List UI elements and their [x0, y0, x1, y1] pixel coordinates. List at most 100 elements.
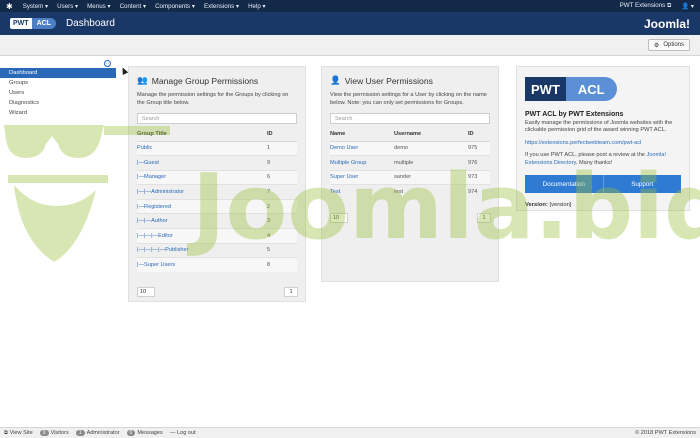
column-header-id[interactable]: ID — [267, 127, 297, 142]
sidebar-menu: Dashboard Groups Users Diagnostics Wizar… — [0, 68, 116, 118]
sidebar-item-users[interactable]: Users — [0, 88, 116, 98]
table-row: |—Guest 9 — [137, 155, 297, 171]
toolbar: ⚙ Options — [0, 35, 700, 56]
group-id: 6 — [267, 169, 297, 185]
users-panel: 👤 View User Permissions View the permiss… — [321, 66, 499, 282]
info-description: Easily manage the permissions of Joomla … — [525, 120, 673, 134]
view-site-label: View Site — [9, 429, 33, 436]
menu-components[interactable]: Components ▾ — [155, 3, 195, 10]
users-limit-select[interactable]: 10 — [330, 213, 348, 223]
user-link[interactable]: Super User — [330, 174, 358, 180]
group-id: 8 — [267, 257, 297, 273]
group-id: 9 — [267, 155, 297, 171]
users-panel-title: View User Permissions — [344, 75, 433, 86]
documentation-button[interactable]: Documentation — [525, 175, 604, 194]
menu-system[interactable]: System ▾ — [23, 3, 48, 10]
group-id: 2 — [267, 198, 297, 214]
joomla-logo: Joomla! — [643, 16, 690, 31]
table-row: Public 1 — [137, 140, 297, 156]
menu-users[interactable]: Users ▾ — [57, 3, 78, 10]
table-row: |—Registered 2 — [137, 198, 297, 214]
sidebar-toggle-icon[interactable]: ↔ — [104, 60, 111, 67]
logout-link[interactable]: — Log out — [170, 430, 196, 436]
users-search-input[interactable]: Search — [330, 113, 490, 124]
user-username: demo — [394, 140, 468, 156]
column-header-username[interactable]: Username — [394, 127, 468, 142]
users-icon: 👥 — [137, 75, 148, 85]
logo-acl: ACL — [31, 18, 56, 29]
sidebar-item-wizard[interactable]: Wizard — [0, 108, 116, 118]
menu-extensions[interactable]: Extensions ▾ — [204, 3, 239, 10]
group-link[interactable]: |—|—Author — [137, 218, 168, 224]
page-header: PWT ACL Dashboard Joomla! — [0, 12, 700, 35]
users-page-button[interactable]: 1 — [477, 213, 491, 223]
table-header-row: Group Title ID — [137, 127, 297, 142]
user-link[interactable]: Test — [330, 189, 340, 195]
column-header-name[interactable]: Name — [330, 127, 394, 142]
version-line: Version: [version] — [525, 202, 681, 208]
user-id: 975 — [468, 140, 490, 156]
group-link[interactable]: |—Guest — [137, 160, 159, 166]
user-link[interactable]: Demo User — [330, 145, 358, 151]
visitors-label: Visitors — [50, 430, 69, 436]
column-header-group-title[interactable]: Group Title — [137, 127, 267, 142]
table-row: Multiple Group multiple 976 — [330, 155, 490, 171]
user-username: multiple — [394, 155, 468, 171]
review-suffix: . Many thanks! — [575, 159, 613, 166]
info-logo-pwt: PWT — [525, 77, 566, 101]
user-id: 976 — [468, 155, 490, 171]
table-row: Super User sander 973 — [330, 169, 490, 185]
site-link[interactable]: PWT Extensions ⧉ — [620, 2, 672, 10]
groups-limit-select[interactable]: 10 — [137, 287, 155, 297]
menu-content[interactable]: Content ▾ — [120, 3, 147, 10]
page-title: Dashboard — [65, 18, 115, 29]
group-id: 4 — [267, 228, 297, 244]
user-menu[interactable]: 👤 ▾ — [681, 2, 694, 10]
options-button[interactable]: ⚙ Options — [647, 39, 690, 51]
groups-table: Group Title ID Public 1 |—Guest 9 |—Manage… — [137, 127, 297, 273]
column-header-id[interactable]: ID — [468, 127, 490, 142]
info-logo-acl: ACL — [565, 77, 617, 101]
group-link[interactable]: |—|—|—|—Publisher — [137, 247, 189, 253]
gear-icon: ⚙ — [653, 42, 660, 49]
group-link[interactable]: |—|—|—Editor — [137, 233, 173, 239]
menu-help[interactable]: Help ▾ — [248, 3, 266, 10]
navbar-right: PWT Extensions ⧉ 👤 ▾ — [620, 2, 694, 10]
view-site-link[interactable]: ⧉ View Site — [4, 430, 33, 437]
logout-label: Log out — [176, 430, 196, 436]
info-panel: PWT ACL PWT ACL by PWT Extensions Easily… — [516, 66, 690, 211]
group-link[interactable]: |—Manager — [137, 174, 166, 180]
group-link[interactable]: |—|—Administrator — [137, 189, 184, 195]
users-panel-description: View the permission settings for a User … — [330, 92, 487, 106]
main-menu: System ▾ Users ▾ Menus ▾ Content ▾ Compo… — [23, 3, 266, 10]
external-link-icon: ⧉ — [667, 2, 672, 9]
version-value: [version] — [549, 202, 572, 209]
table-row: |—Super Users 8 — [137, 257, 297, 273]
table-row: |—|—Administrator 7 — [137, 184, 297, 200]
admin-badge: 1 — [75, 430, 85, 436]
sidebar-item-diagnostics[interactable]: Diagnostics — [0, 98, 116, 108]
info-button-row: Documentation Support — [525, 175, 681, 194]
sidebar-item-groups[interactable]: Groups — [0, 78, 116, 88]
user-id: 973 — [468, 169, 490, 185]
user-id: 974 — [468, 184, 490, 200]
support-button[interactable]: Support — [603, 175, 681, 194]
groups-page-button[interactable]: 1 — [284, 287, 298, 297]
group-link[interactable]: Public — [137, 145, 152, 151]
group-id: 7 — [267, 184, 297, 200]
mouse-cursor — [119, 66, 129, 75]
sidebar-item-dashboard[interactable]: Dashboard — [0, 68, 116, 78]
logo-pwt: PWT — [10, 18, 32, 29]
user-link[interactable]: Multiple Group — [330, 160, 366, 166]
minus-icon: — — [169, 430, 176, 436]
menu-menus[interactable]: Menus ▾ — [87, 3, 110, 10]
group-id: 5 — [267, 242, 297, 258]
status-bar: ⧉ View Site 0 Visitors 1 Administrator 0 Me… — [0, 427, 700, 438]
joomla-icon[interactable]: ✱ — [6, 2, 13, 11]
group-link[interactable]: |—Super Users — [137, 262, 175, 268]
groups-search-input[interactable]: Search — [137, 113, 297, 124]
extension-link[interactable]: https://extensions.perfectwebteam.com/pw… — [525, 140, 641, 146]
users-panel-heading: 👤 View User Permissions — [330, 75, 490, 86]
group-link[interactable]: |—Registered — [137, 204, 171, 210]
messages-link[interactable]: 0 Messages — [126, 430, 163, 436]
